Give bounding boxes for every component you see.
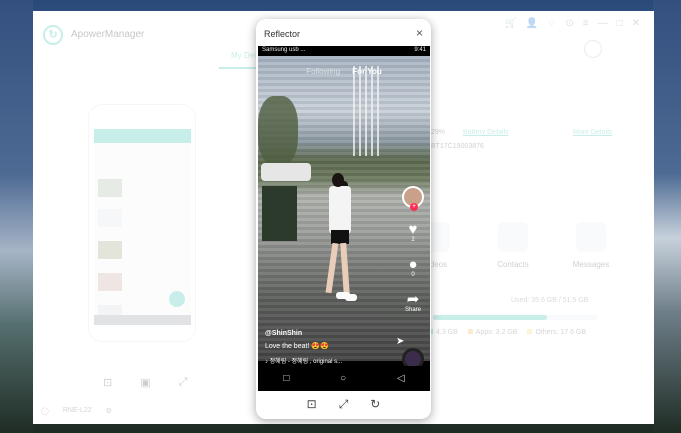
share-action[interactable]: ➦ Share xyxy=(401,292,425,313)
phone-preview-bottom-bar xyxy=(94,315,191,325)
comment-icon: ● xyxy=(408,256,418,273)
side-actions: + ♥ 2 ● 0 ➦ Share xyxy=(401,186,425,313)
recent-apps-icon[interactable]: □ xyxy=(283,373,289,384)
serial-number: BT17C19003876 xyxy=(431,143,484,150)
device-model-row: ◯ RNE-L22 ⚙ xyxy=(41,407,112,415)
heart-icon: ♥ xyxy=(408,221,418,238)
follow-plus-icon[interactable]: + xyxy=(410,203,418,211)
window-controls: 🛒 👤 ♢ ⊙ ≡ — □ ✕ xyxy=(504,18,640,29)
status-left: Samsung usb ... xyxy=(262,47,306,53)
rotate-icon[interactable]: ↻ xyxy=(370,397,380,412)
dancer-head xyxy=(332,173,344,187)
battery-details-link[interactable]: Battery Details xyxy=(463,129,509,136)
comment-action[interactable]: ● 0 xyxy=(401,257,425,278)
settings-icon[interactable]: ⚙ xyxy=(106,407,112,415)
category-label: Messages xyxy=(572,260,610,269)
reflector-window: Reflector × Samsung usb ... 9:41 Followi… xyxy=(256,19,431,419)
cart-icon[interactable]: 🛒 xyxy=(504,18,516,29)
phone-preview-screen xyxy=(94,129,191,325)
tab-underline xyxy=(219,67,259,69)
contacts-icon xyxy=(498,222,528,252)
messages-icon xyxy=(576,222,606,252)
close-icon[interactable]: × xyxy=(416,26,423,40)
expand-icon[interactable]: ⤢ xyxy=(179,376,188,389)
desktop-background-right xyxy=(653,0,681,433)
legend-dot xyxy=(467,329,473,334)
share-label: Share xyxy=(404,307,421,313)
legend-label: Apps: 3.2 GB xyxy=(475,329,518,336)
device-avatar[interactable] xyxy=(584,40,602,58)
menu-icon[interactable]: ≡ xyxy=(583,18,589,29)
tab-following[interactable]: Following xyxy=(306,67,340,76)
video-caption: @ShinShin Love the beat! 😍😍 ♪ 정혜림 - 정혜림 … xyxy=(265,330,342,365)
fullscreen-icon[interactable]: ⤢ xyxy=(339,397,349,412)
legend-dot xyxy=(527,329,533,334)
phone-mirror-screen[interactable]: Samsung usb ... 9:41 Following For You +… xyxy=(258,46,430,391)
app-title: ApowerManager xyxy=(71,29,145,40)
car-shape xyxy=(261,163,311,181)
share-icon: ➦ xyxy=(406,291,420,308)
more-details-link[interactable]: More Details xyxy=(573,129,612,136)
creator-avatar[interactable]: + xyxy=(402,186,424,211)
battery-level: 29% xyxy=(431,129,446,136)
legend-label: 4.3 GB xyxy=(436,329,458,336)
phone-preview-item xyxy=(98,179,122,197)
legend-item: Apps: 3.2 GB xyxy=(467,329,518,336)
device-icon: ◯ xyxy=(41,408,49,415)
caption-text: Love the beat! 😍😍 xyxy=(265,343,329,350)
android-nav-bar: □ ○ ◁ xyxy=(258,367,430,389)
location-icon[interactable]: ⊙ xyxy=(565,18,573,29)
dancer-shoe xyxy=(345,294,357,301)
storage-bar-fill xyxy=(433,315,547,320)
storage-bar xyxy=(433,315,598,320)
record-icon[interactable]: ▣ xyxy=(140,376,150,389)
bin-shape xyxy=(262,186,297,241)
mouse-cursor-icon: ➤ xyxy=(396,336,405,347)
apowermanager-logo-icon: ↻ xyxy=(43,25,63,45)
comment-count: 0 xyxy=(411,272,415,278)
close-app-icon[interactable]: ✕ xyxy=(632,18,640,29)
storage-legend: 4.3 GB Apps: 3.2 GB Others: 17.6 GB xyxy=(428,329,586,336)
device-model: RNE-L22 xyxy=(62,407,92,414)
category-label: Contacts xyxy=(497,260,529,269)
android-home-icon[interactable]: ○ xyxy=(340,373,346,384)
crop-icon[interactable]: ⊡ xyxy=(307,397,317,412)
bell-icon[interactable]: ♢ xyxy=(547,18,556,29)
back-icon[interactable]: ◁ xyxy=(397,373,405,384)
legend-item: Others: 17.6 GB xyxy=(527,329,586,336)
category-messages[interactable]: Messages xyxy=(571,222,611,269)
reflector-title: Reflector xyxy=(264,29,301,39)
category-contacts[interactable]: Contacts xyxy=(493,222,533,269)
like-action[interactable]: ♥ 2 xyxy=(401,222,425,243)
phone-preview xyxy=(88,104,196,342)
storage-used: Used: 35.6 GB / 51.5 GB xyxy=(511,297,589,304)
desktop-background-left xyxy=(0,0,33,433)
reflector-toolbar: ⊡ ⤢ ↻ xyxy=(256,397,431,412)
dancer-shorts xyxy=(331,230,349,244)
screenshot-icon[interactable]: ⊡ xyxy=(103,376,112,389)
phone-status-bar: Samsung usb ... 9:41 xyxy=(258,46,430,56)
legend-item: 4.3 GB xyxy=(428,329,458,336)
maximize-icon[interactable]: □ xyxy=(617,18,623,29)
phone-preview-fab xyxy=(169,291,185,307)
dancer-top xyxy=(329,186,351,234)
feed-tabs: Following For You xyxy=(258,67,430,76)
like-count: 2 xyxy=(411,237,415,243)
fence-shape xyxy=(353,66,381,156)
user-icon[interactable]: 👤 xyxy=(526,18,538,29)
phone-preview-item xyxy=(98,241,122,259)
phone-preview-header xyxy=(94,129,191,143)
phone-preview-item xyxy=(98,209,122,227)
minimize-icon[interactable]: — xyxy=(598,18,608,29)
preview-tools: ⊡ ▣ ⤢ xyxy=(103,376,187,389)
status-right: 9:41 xyxy=(414,47,426,53)
tree-shape xyxy=(258,96,298,166)
tab-for-you[interactable]: For You xyxy=(352,67,381,76)
caption-username[interactable]: @ShinShin xyxy=(265,330,342,337)
legend-label: Others: 17.6 GB xyxy=(535,329,587,336)
caption-music[interactable]: ♪ 정혜림 - 정혜림 , original s... xyxy=(265,356,342,365)
phone-preview-item xyxy=(98,273,122,291)
